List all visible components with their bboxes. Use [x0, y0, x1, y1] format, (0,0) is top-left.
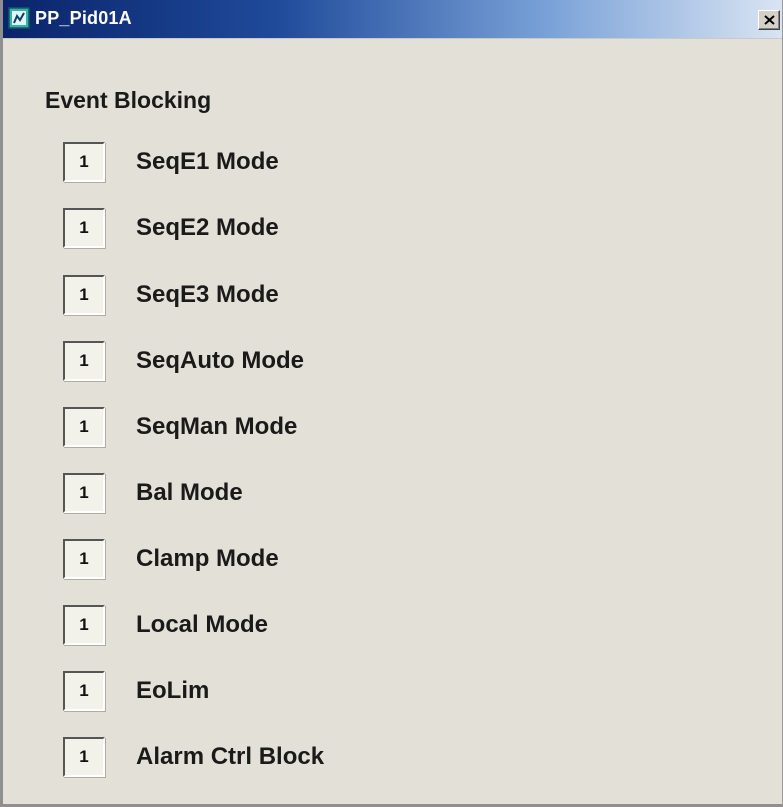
row-local-mode: 1 Local Mode: [63, 605, 563, 645]
value-text: 1: [79, 615, 89, 634]
row-eolim: 1 EoLim: [63, 671, 563, 711]
row-label: SeqE3 Mode: [136, 281, 279, 308]
value-text: 1: [79, 747, 89, 766]
value-field[interactable]: 1: [63, 539, 105, 579]
value-field[interactable]: 1: [63, 341, 105, 381]
close-button[interactable]: [758, 10, 780, 30]
value-field[interactable]: 1: [63, 142, 105, 182]
row-bal-mode: 1 Bal Mode: [63, 473, 563, 513]
value-field[interactable]: 1: [63, 605, 105, 645]
row-label: EoLim: [136, 677, 210, 704]
row-seqe1-mode: 1 SeqE1 Mode: [63, 142, 563, 182]
value-text: 1: [79, 681, 89, 700]
row-label: Local Mode: [136, 611, 269, 638]
value-text: 1: [79, 549, 89, 568]
row-label: SeqAuto Mode: [136, 347, 304, 374]
value-text: 1: [79, 218, 89, 237]
row-label: SeqE2 Mode: [136, 214, 279, 241]
app-window-icon: [8, 7, 30, 29]
row-label: Alarm Ctrl Block: [136, 743, 325, 770]
value-field[interactable]: 1: [63, 473, 105, 513]
row-seqman-mode: 1 SeqMan Mode: [63, 407, 563, 447]
row-seqauto-mode: 1 SeqAuto Mode: [63, 341, 563, 381]
row-seqe2-mode: 1 SeqE2 Mode: [63, 208, 563, 248]
row-label: Bal Mode: [136, 479, 243, 506]
row-clamp-mode: 1 Clamp Mode: [63, 539, 563, 579]
close-icon: [764, 15, 775, 25]
value-field[interactable]: 1: [63, 737, 105, 777]
value-text: 1: [79, 152, 89, 171]
value-field[interactable]: 1: [63, 275, 105, 315]
row-label: Clamp Mode: [136, 545, 279, 572]
row-seqe3-mode: 1 SeqE3 Mode: [63, 275, 563, 315]
title-bar[interactable]: PP_Pid01A: [3, 0, 782, 39]
row-label: SeqMan Mode: [136, 413, 298, 440]
value-text: 1: [79, 417, 89, 436]
value-text: 1: [79, 483, 89, 502]
section-title: Event Blocking: [45, 87, 212, 113]
window-title: PP_Pid01A: [35, 8, 132, 28]
value-field[interactable]: 1: [63, 407, 105, 447]
value-field[interactable]: 1: [63, 208, 105, 248]
value-text: 1: [79, 285, 89, 304]
value-text: 1: [79, 351, 89, 370]
row-label: SeqE1 Mode: [136, 148, 279, 175]
value-field[interactable]: 1: [63, 671, 105, 711]
dialog-window: PP_Pid01A Event Blocking 1 SeqE1 Mode 1 …: [0, 0, 783, 807]
row-alarm-ctrl-block: 1 Alarm Ctrl Block: [63, 737, 563, 777]
